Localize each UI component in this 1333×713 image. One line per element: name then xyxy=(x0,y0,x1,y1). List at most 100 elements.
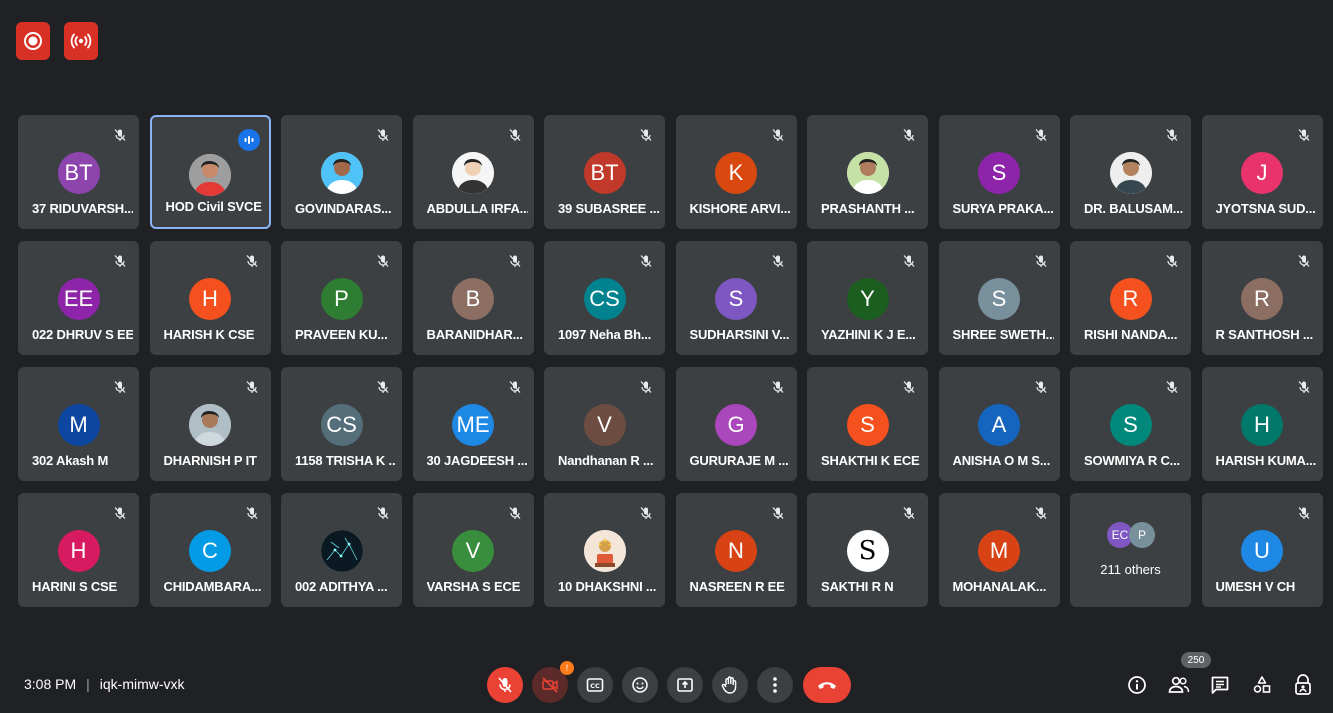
info-icon xyxy=(1128,676,1146,694)
mic-muted-icon xyxy=(508,254,522,268)
participant-tile[interactable]: S SHREE SWETH... xyxy=(938,241,1060,355)
avatar: S xyxy=(846,404,889,446)
top-status-bar xyxy=(16,22,98,60)
more-options-button[interactable] xyxy=(757,667,793,703)
participant-tile[interactable]: S SHAKTHI K ECE xyxy=(807,367,928,481)
mic-muted-icon xyxy=(771,254,785,268)
participant-tile[interactable]: A ANISHA O M S... xyxy=(938,367,1060,481)
activities-button[interactable] xyxy=(1251,674,1273,696)
avatar: V xyxy=(452,530,494,572)
participant-name: HARISH KUMA... xyxy=(1215,453,1317,468)
participant-tile[interactable]: EE 022 DHRUV S EE xyxy=(18,241,139,355)
participant-tile[interactable]: DR. BALUSAM... xyxy=(1070,115,1191,229)
participant-tile[interactable]: 002 ADITHYA ... xyxy=(281,493,402,607)
participant-tile[interactable]: BT 37 RIDUVARSH... xyxy=(18,115,139,229)
participant-tile[interactable]: H HARISH KUMA... xyxy=(1201,367,1323,481)
participant-tile[interactable]: S SOWMIYA R C... xyxy=(1070,367,1191,481)
mic-muted-icon xyxy=(902,506,916,520)
present-button[interactable] xyxy=(667,667,703,703)
participant-tile[interactable]: R R SANTHOSH ... xyxy=(1201,241,1323,355)
participant-tile[interactable]: K KISHORE ARVI... xyxy=(675,115,797,229)
participant-name: Nandhanan R ... xyxy=(558,453,654,468)
participant-tile[interactable]: ABDULLA IRFA... xyxy=(412,115,534,229)
participant-name: MOHANALAK... xyxy=(952,579,1047,594)
participant-tile[interactable]: B BARANIDHAR... xyxy=(412,241,534,355)
participant-tile[interactable]: S SAKTHI R N xyxy=(807,493,928,607)
participant-tile[interactable]: GOVINDARAS... xyxy=(281,115,402,229)
participant-tile[interactable]: V VARSHA S ECE xyxy=(412,493,534,607)
participant-name: SOWMIYA R C... xyxy=(1084,453,1180,468)
mic-muted-icon xyxy=(1034,128,1048,142)
participant-name: 30 JAGDEESH ... xyxy=(426,453,528,468)
participant-tile[interactable]: V Nandhanan R ... xyxy=(544,367,665,481)
meeting-details-button[interactable] xyxy=(1126,674,1148,696)
participant-tile[interactable]: M MOHANALAK... xyxy=(938,493,1060,607)
avatar xyxy=(320,152,363,194)
participant-tile[interactable]: 10 DHAKSHNI ... xyxy=(544,493,665,607)
participant-name: DR. BALUSAM... xyxy=(1084,201,1184,216)
participant-tile[interactable]: S SURYA PRAKA... xyxy=(938,115,1060,229)
avatar: S xyxy=(1109,404,1152,446)
participant-tile[interactable]: H HARISH K CSE xyxy=(149,241,271,355)
people-button[interactable] xyxy=(1168,674,1190,696)
participant-tile[interactable]: G GURURAJE M ... xyxy=(675,367,797,481)
microphone-button[interactable] xyxy=(487,667,523,703)
captions-button[interactable]: CC xyxy=(577,667,613,703)
participant-tile[interactable]: J JYOTSNA SUD... xyxy=(1201,115,1323,229)
reactions-button[interactable] xyxy=(622,667,658,703)
participant-name: SHAKTHI K ECE xyxy=(821,453,920,468)
participant-name: 002 ADITHYA ... xyxy=(295,579,388,594)
participant-tile[interactable]: U UMESH V CH xyxy=(1201,493,1323,607)
participant-tile[interactable]: DHARNISH P IT xyxy=(149,367,271,481)
participant-tile[interactable]: S SUDHARSINI V... xyxy=(675,241,797,355)
closed-captions-icon: CC xyxy=(586,678,604,692)
chat-button[interactable] xyxy=(1209,674,1231,696)
mic-muted-icon xyxy=(639,128,653,142)
recording-button[interactable] xyxy=(16,22,50,60)
participant-tile[interactable]: P PRAVEEN KU... xyxy=(281,241,402,355)
mic-muted-icon xyxy=(376,380,390,394)
avatar xyxy=(452,152,494,194)
participant-tile[interactable]: R RISHI NANDA... xyxy=(1070,241,1191,355)
svg-text:CC: CC xyxy=(590,682,600,690)
participant-tile[interactable]: C CHIDAMBARA... xyxy=(149,493,271,607)
live-stream-button[interactable] xyxy=(64,22,98,60)
participant-name: YAZHINI K J E... xyxy=(821,327,916,342)
participant-tile[interactable]: HOD Civil SVCE xyxy=(149,115,271,229)
participant-name: JYOTSNA SUD... xyxy=(1215,201,1316,216)
others-tile[interactable]: EC P 211 others xyxy=(1070,493,1191,607)
participant-tile[interactable]: M 302 Akash M xyxy=(18,367,139,481)
participant-tile[interactable]: ME 30 JAGDEESH ... xyxy=(412,367,534,481)
bottom-toolbar: 3:08 PM | iqk-mimw-vxk ! CC 250 xyxy=(0,652,1333,713)
raise-hand-button[interactable] xyxy=(712,667,748,703)
mic-muted-icon xyxy=(1297,128,1311,142)
emoji-icon xyxy=(632,677,648,693)
meeting-code: iqk-mimw-vxk xyxy=(99,676,185,692)
participant-name: PRAVEEN KU... xyxy=(295,327,388,342)
separator: | xyxy=(86,676,90,692)
participant-tile[interactable]: N NASREEN R EE xyxy=(675,493,797,607)
participant-tile[interactable]: BT 39 SUBASREE ... xyxy=(544,115,665,229)
participant-tile[interactable]: H HARINI S CSE xyxy=(18,493,139,607)
participant-tile[interactable]: CS 1097 Neha Bh... xyxy=(544,241,665,355)
hang-up-icon xyxy=(818,682,836,689)
participant-name: GURURAJE M ... xyxy=(689,453,789,468)
participant-name: PRASHANTH ... xyxy=(821,201,915,216)
avatar xyxy=(583,530,626,572)
participant-tile[interactable]: PRASHANTH ... xyxy=(807,115,928,229)
avatar xyxy=(1109,152,1152,194)
avatar: R xyxy=(1109,278,1152,320)
mic-muted-icon xyxy=(771,380,785,394)
participant-tile[interactable]: Y YAZHINI K J E... xyxy=(807,241,928,355)
leave-call-button[interactable] xyxy=(803,667,851,703)
participant-tile[interactable]: CS 1158 TRISHA K ... xyxy=(281,367,402,481)
participant-name: HOD Civil SVCE xyxy=(165,199,262,214)
mic-muted-icon xyxy=(376,254,390,268)
host-controls-button[interactable] xyxy=(1292,674,1314,696)
mic-muted-icon xyxy=(1034,254,1048,268)
participant-name: 39 SUBASREE ... xyxy=(558,201,659,216)
avatar xyxy=(846,152,889,194)
mic-muted-icon xyxy=(1034,380,1048,394)
avatar: C xyxy=(189,530,231,572)
camera-button[interactable]: ! xyxy=(532,661,574,703)
